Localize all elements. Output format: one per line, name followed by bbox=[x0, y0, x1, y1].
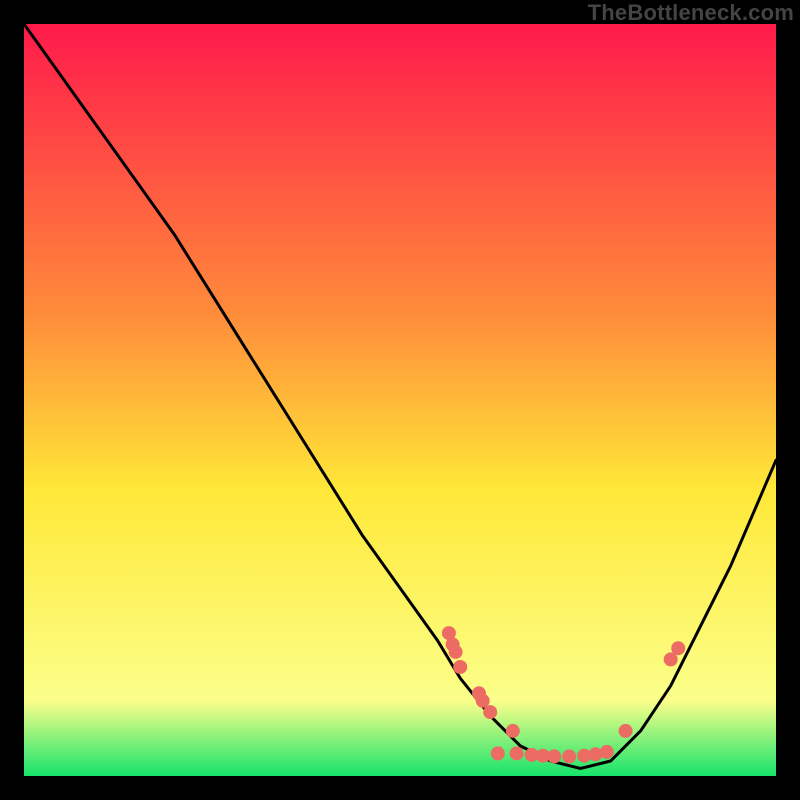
gradient-background bbox=[24, 24, 776, 776]
chart-container: TheBottleneck.com bbox=[0, 0, 800, 800]
data-marker bbox=[506, 724, 520, 738]
watermark-label: TheBottleneck.com bbox=[588, 0, 794, 26]
data-marker bbox=[449, 645, 463, 659]
data-marker bbox=[491, 746, 505, 760]
data-marker bbox=[600, 745, 614, 759]
data-marker bbox=[671, 641, 685, 655]
data-marker bbox=[483, 705, 497, 719]
data-marker bbox=[562, 749, 576, 763]
data-marker bbox=[510, 746, 524, 760]
data-marker bbox=[619, 724, 633, 738]
data-marker bbox=[453, 660, 467, 674]
data-marker bbox=[547, 749, 561, 763]
chart-svg bbox=[24, 24, 776, 776]
plot-area bbox=[24, 24, 776, 776]
